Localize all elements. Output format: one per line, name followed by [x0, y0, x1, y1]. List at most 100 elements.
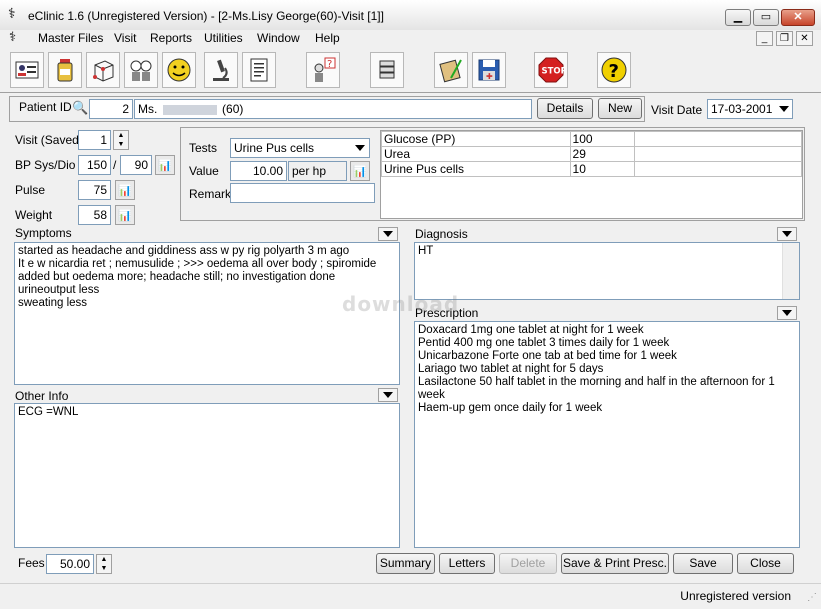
bp-chart-button[interactable]: 📊 — [155, 155, 175, 175]
new-patient-button[interactable]: New — [598, 98, 642, 119]
toolbar: ? ✚ STOP ? — [0, 48, 821, 92]
help-person-icon: ? — [314, 57, 336, 82]
mdi-close-button[interactable]: ✕ — [796, 31, 813, 46]
save-print-prescription-button[interactable]: Save & Print Presc. — [561, 553, 669, 574]
save-button[interactable]: Save — [673, 553, 733, 574]
fees-input[interactable]: 50.00 — [46, 554, 94, 574]
delete-button[interactable]: Delete — [499, 553, 557, 574]
prescription-dropdown-button[interactable] — [777, 306, 797, 320]
patient-age: (60) — [222, 102, 244, 116]
visit-count-spinner[interactable]: ▲ ▼ — [113, 130, 129, 150]
test-value-input[interactable]: 10.00 — [230, 161, 287, 181]
text-line: ECG =WNL — [18, 406, 79, 418]
resize-grip-icon[interactable]: ⋰ — [807, 592, 817, 603]
diagnosis-textarea[interactable]: HT — [414, 242, 800, 300]
menu-utilities[interactable]: Utilities — [204, 31, 243, 45]
minimize-button[interactable]: ▁ — [725, 9, 751, 26]
toolbar-clipboard-button[interactable] — [434, 52, 468, 88]
close-button[interactable]: Close — [737, 553, 794, 574]
patient-id-input[interactable]: 2 — [89, 99, 133, 119]
weight-input[interactable]: 58 — [78, 205, 111, 225]
prescription-textarea[interactable]: Doxacard 1mg one tablet at night for 1 w… — [414, 321, 800, 548]
toolbar-lab-button[interactable] — [204, 52, 238, 88]
table-row[interactable]: Urine Pus cells 10 — [381, 161, 803, 177]
remark-input[interactable] — [230, 183, 375, 203]
table-row[interactable]: Urea 29 — [381, 146, 803, 162]
pulse-chart-button[interactable]: 📊 — [115, 180, 135, 200]
text-line: Unicarbazone Forte one tab at bed time f… — [418, 350, 677, 362]
symptoms-dropdown-button[interactable] — [378, 227, 398, 241]
visit-date-label: Visit Date — [651, 103, 703, 117]
weight-chart-button[interactable]: 📊 — [115, 205, 135, 225]
chevron-down-icon — [355, 145, 365, 151]
summary-button[interactable]: Summary — [376, 553, 435, 574]
toolbar-stop-button[interactable]: STOP — [534, 52, 568, 88]
test-chart-button[interactable]: 📊 — [350, 161, 370, 181]
toolbar-database-button[interactable] — [370, 52, 404, 88]
pulse-label: Pulse — [15, 183, 46, 197]
minimize-icon: ▁ — [733, 11, 743, 23]
menu-master-files[interactable]: Master Files — [38, 31, 103, 45]
toolbar-help-button[interactable]: ? — [597, 52, 631, 88]
tests-selected-value: Urine Pus cells — [234, 141, 315, 155]
visit-count-input[interactable]: 1 — [78, 130, 111, 150]
toolbar-patient-button[interactable] — [10, 52, 44, 88]
toolbar-people-button[interactable] — [124, 52, 158, 88]
mdi-logo-icon: ⚕ — [9, 30, 17, 45]
patient-name-field: Ms. (60) — [134, 99, 532, 119]
maximize-button[interactable]: ▭ — [753, 9, 779, 26]
mdi-restore-button[interactable]: ❐ — [776, 31, 793, 46]
toolbar-structure-button[interactable] — [86, 52, 120, 88]
menu-bar: ⚕ Master Files Visit Reports Utilities W… — [0, 30, 821, 48]
menu-help[interactable]: Help — [315, 31, 340, 45]
chart-icon: 📊 — [118, 184, 132, 197]
menu-visit[interactable]: Visit — [114, 31, 136, 45]
title-bar: ⚕ eClinic 1.6 (Unregistered Version) - [… — [0, 0, 821, 31]
fees-spinner[interactable]: ▲ ▼ — [96, 554, 112, 574]
toolbar-help-topic-button[interactable]: ? — [306, 52, 340, 88]
toolbar-report-button[interactable] — [242, 52, 276, 88]
letters-button[interactable]: Letters — [439, 553, 495, 574]
menu-reports[interactable]: Reports — [150, 31, 192, 45]
table-cell-name: Urine Pus cells — [381, 161, 571, 177]
patient-card-icon — [15, 61, 39, 79]
toolbar-medicine-button[interactable] — [48, 52, 82, 88]
search-icon[interactable]: 🔍 — [72, 100, 88, 116]
patient-id-label: Patient ID — [19, 100, 72, 114]
triangle-down-icon — [782, 231, 792, 237]
menu-window[interactable]: Window — [257, 31, 300, 45]
details-button[interactable]: Details — [537, 98, 593, 119]
question-mark-icon: ? — [601, 57, 627, 83]
close-window-button[interactable]: ✕ — [781, 9, 815, 26]
table-row[interactable]: Glucose (PP) 100 — [381, 131, 803, 147]
weight-label: Weight — [15, 208, 53, 222]
bp-label: BP Sys/Dio — [15, 158, 76, 172]
visit-date-select[interactable]: 17-03-2001 — [707, 99, 793, 119]
bp-separator: / — [113, 158, 117, 172]
text-line: Lasilactone 50 half tablet in the mornin… — [418, 376, 775, 388]
spin-down-icon: ▼ — [100, 565, 108, 572]
smiley-icon — [167, 58, 191, 82]
text-line: added but oedema more; headache still; n… — [18, 271, 336, 283]
bp-diastolic-input[interactable]: 90 — [120, 155, 152, 175]
patient-name-redacted — [162, 104, 217, 115]
stack-icon — [379, 60, 395, 79]
diagnosis-scrollbar[interactable] — [782, 243, 799, 299]
stop-sign-icon: STOP — [538, 57, 565, 83]
bp-systolic-input[interactable]: 150 — [78, 155, 111, 175]
toolbar-save-button[interactable]: ✚ — [472, 52, 506, 88]
text-line: sweating less — [18, 297, 88, 309]
table-cell-note — [633, 146, 803, 162]
diagnosis-dropdown-button[interactable] — [777, 227, 797, 241]
chart-icon: 📊 — [158, 159, 172, 172]
svg-text:?: ? — [609, 61, 619, 82]
toolbar-smiley-button[interactable] — [162, 52, 196, 88]
tests-select[interactable]: Urine Pus cells — [230, 138, 370, 158]
mdi-minimize-button[interactable]: _ — [756, 31, 773, 46]
symptoms-label: Symptoms — [15, 226, 72, 240]
text-line: Doxacard 1mg one tablet at night for 1 w… — [418, 324, 644, 336]
other-info-dropdown-button[interactable] — [378, 388, 398, 402]
spin-up-icon: ▲ — [100, 556, 108, 563]
pulse-input[interactable]: 75 — [78, 180, 111, 200]
other-info-textarea[interactable]: ECG =WNL — [14, 403, 400, 548]
